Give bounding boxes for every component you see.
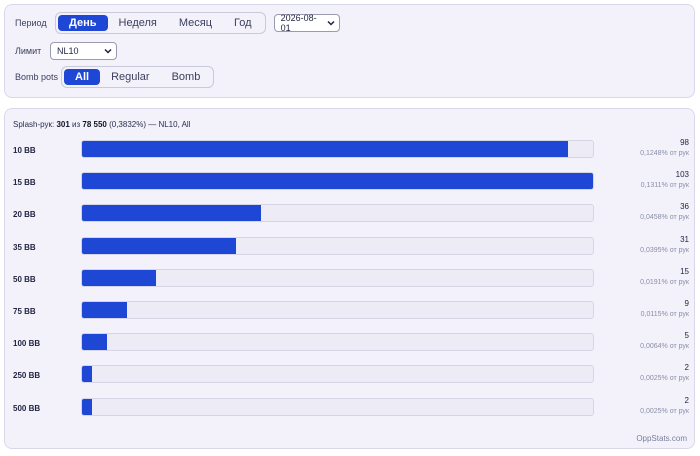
bar-percent-label: 0,1248% от рук	[640, 150, 689, 157]
bar-value-label: 31	[680, 234, 689, 244]
bar-fill	[82, 398, 92, 415]
summary-count: 301	[56, 120, 70, 129]
bar-track	[81, 236, 594, 255]
bar-percent-label: 0,0025% от рук	[640, 407, 689, 415]
bomb-label: Bomb pots	[15, 72, 59, 82]
period-segmented-control: День Неделя Месяц Год	[55, 12, 266, 34]
bar-row: 75 BB 9 0,0115% от рук	[5, 299, 694, 329]
bar-track	[81, 140, 594, 158]
bar-category-label: 250 BB	[13, 371, 41, 381]
bomb-segmented-control: All Regular Bomb	[61, 66, 215, 88]
bar-row: 50 BB 15 0,0191% от рук	[5, 266, 694, 297]
summary-of: из	[69, 120, 83, 129]
period-row: Период День Неделя Месяц Год 2026-08-01	[15, 12, 340, 34]
summary-text: Splash-рук: 301 из 78 550 (0,3832%) — NL…	[13, 120, 190, 129]
bar-percent-label: 0,0064% от рук	[640, 343, 689, 351]
summary-prefix: Splash-рук:	[13, 120, 57, 129]
chevron-down-icon	[104, 48, 112, 54]
bar-track	[81, 333, 594, 352]
period-option-year[interactable]: Год	[223, 15, 263, 31]
summary-total: 78 550	[82, 120, 107, 129]
period-option-week[interactable]: Неделя	[108, 15, 168, 31]
bar-row: 500 BB 2 0,0025% от рук	[5, 395, 694, 426]
date-select[interactable]: 2026-08-01	[273, 13, 340, 33]
bar-fill	[82, 269, 157, 286]
bar-percent-label: 0,0025% от рук	[640, 375, 689, 383]
bar-row: 10 BB 98 0,1248% от рук	[5, 138, 694, 168]
bar-track	[81, 268, 594, 287]
period-option-day[interactable]: День	[58, 15, 108, 31]
bar-fill	[82, 334, 107, 351]
period-label: Период	[15, 18, 47, 28]
bar-fill	[82, 173, 593, 190]
results-panel: Splash-рук: 301 из 78 550 (0,3832%) — NL…	[4, 108, 695, 449]
bar-value-label: 15	[680, 266, 689, 276]
brand-text: OppStats.com	[636, 434, 687, 443]
bar-fill	[82, 302, 127, 318]
date-value: 2026-08-01	[280, 13, 317, 33]
summary-suffix: (0,3832%) — NL10, All	[106, 120, 191, 129]
bar-fill	[82, 205, 261, 222]
bar-percent-label: 0,0191% от рук	[640, 278, 689, 286]
bar-value-label: 9	[684, 299, 689, 308]
limit-row: Лимит NL10	[15, 42, 117, 60]
bar-category-label: 35 BB	[13, 242, 36, 252]
chevron-down-icon	[327, 20, 335, 26]
bar-row: 250 BB 2 0,0025% от рук	[5, 363, 694, 393]
bomb-option-regular[interactable]: Regular	[100, 69, 161, 85]
limit-label: Лимит	[15, 46, 42, 56]
bar-category-label: 50 BB	[13, 274, 36, 284]
bar-percent-label: 0,0115% от рук	[640, 311, 689, 318]
bar-category-label: 10 BB	[13, 146, 36, 155]
bar-track	[81, 172, 594, 191]
bar-row: 100 BB 5 0,0064% от рук	[5, 331, 694, 361]
bar-category-label: 20 BB	[13, 210, 36, 220]
bar-fill	[82, 141, 569, 157]
bar-fill	[82, 366, 92, 383]
limit-select[interactable]: NL10	[50, 42, 117, 60]
limit-value: NL10	[57, 46, 79, 56]
bar-track	[81, 301, 594, 319]
bar-track	[81, 365, 594, 384]
bar-value-label: 2	[684, 363, 689, 373]
bar-category-label: 100 BB	[13, 339, 41, 349]
filters-panel: Период День Неделя Месяц Год 2026-08-01 …	[4, 4, 695, 98]
bar-value-label: 36	[680, 202, 689, 212]
bar-value-label: 5	[684, 331, 689, 341]
bar-fill	[82, 237, 236, 254]
bar-row: 20 BB 36 0,0458% от рук	[5, 202, 694, 232]
bar-track	[81, 204, 594, 223]
bar-value-label: 98	[680, 138, 689, 147]
bar-value-label: 103	[675, 170, 689, 180]
bar-percent-label: 0,0458% от рук	[640, 214, 689, 222]
bomb-row: Bomb pots All Regular Bomb	[15, 66, 215, 88]
bar-row: 35 BB 31 0,0395% от рук	[5, 234, 694, 265]
bar-category-label: 75 BB	[13, 307, 36, 316]
period-option-month[interactable]: Месяц	[168, 15, 223, 31]
bomb-option-bomb[interactable]: Bomb	[161, 69, 212, 85]
bar-category-label: 500 BB	[13, 403, 41, 413]
bar-percent-label: 0,1311% от рук	[640, 182, 689, 190]
bar-row: 15 BB 103 0,1311% от рук	[5, 170, 694, 200]
bar-percent-label: 0,0395% от рук	[640, 246, 689, 254]
bomb-option-all[interactable]: All	[64, 69, 101, 85]
bar-category-label: 15 BB	[13, 178, 36, 188]
bar-value-label: 2	[684, 395, 689, 405]
bar-track	[81, 397, 594, 416]
